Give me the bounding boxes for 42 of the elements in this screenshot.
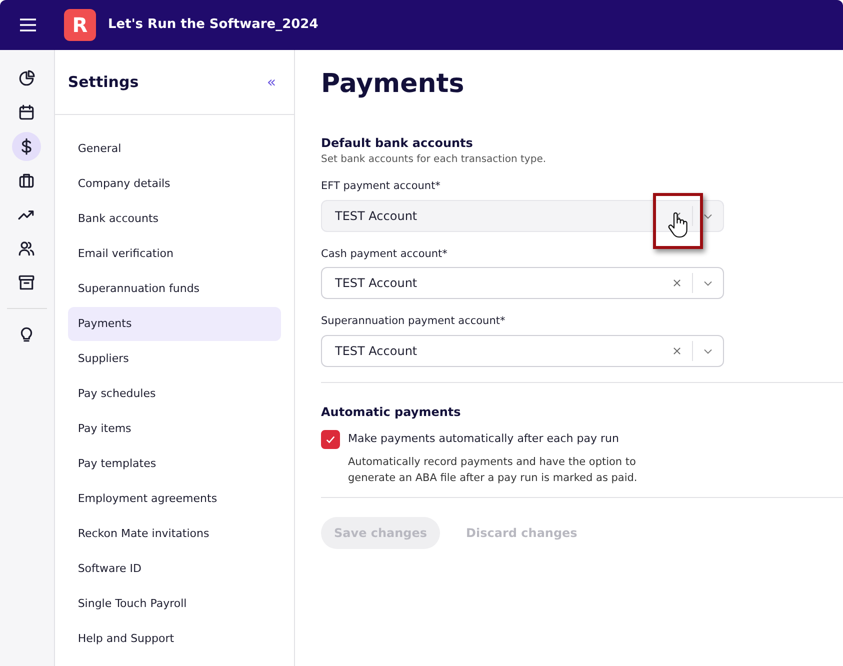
app-logo: R [64, 9, 96, 41]
users-icon [18, 240, 36, 257]
account-select[interactable]: TEST Account [321, 267, 724, 300]
checkbox-help-text: Automatically record payments and have the option to generate an ABA file after a pay run is marked as paid. [348, 454, 638, 486]
field-label: Superannuation payment account* [321, 314, 506, 330]
account-select[interactable]: TEST Account [321, 335, 724, 368]
section-title: Default bank accounts [321, 134, 474, 152]
page-title: Payments [321, 68, 466, 101]
field-label: EFT payment account* [321, 178, 442, 194]
section-subtitle: Set bank accounts for each transaction type. [321, 152, 548, 167]
settings-nav-item[interactable]: Suppliers [68, 342, 281, 376]
nav-rail-button[interactable] [12, 132, 42, 161]
settings-nav-item[interactable]: Single Touch Payroll [68, 587, 281, 621]
menu-icon [18, 18, 36, 32]
settings-nav-item[interactable]: Company details [68, 167, 281, 201]
section-title: Automatic payments [321, 404, 462, 422]
settings-nav-item[interactable]: Superannuation funds [68, 272, 281, 306]
settings-title: Settings [68, 72, 139, 93]
checkbox-label: Make payments automatically after each pay run [348, 431, 620, 448]
select-value-field[interactable]: TEST Account [322, 206, 662, 225]
settings-nav-item[interactable]: Help and Support [68, 622, 281, 656]
checkbox[interactable] [321, 430, 340, 450]
settings-nav-item[interactable]: Reckon Mate invitations [68, 517, 281, 551]
app-title: Let's Run the Software_2024 [108, 16, 318, 34]
select-value-field[interactable]: TEST Account [322, 274, 662, 292]
settings-nav-item[interactable]: Employment agreements [68, 482, 281, 516]
settings-nav-item[interactable]: General [68, 132, 281, 166]
pie-chart-icon [18, 70, 36, 87]
settings-nav-item[interactable]: Pay schedules [68, 377, 281, 411]
collapse-button[interactable]: « [264, 70, 278, 94]
briefcase-icon [18, 172, 36, 189]
account-select[interactable]: TEST Account [321, 200, 724, 232]
archive-icon [18, 274, 36, 291]
select-value-field[interactable]: TEST Account [322, 342, 662, 360]
settings-nav-item[interactable]: Email verification [68, 237, 281, 271]
calendar-icon [18, 104, 36, 121]
settings-nav-item[interactable]: Bank accounts [68, 202, 281, 236]
field-label: Cash payment account* [321, 246, 448, 262]
settings-nav-item[interactable]: Pay items [68, 412, 281, 446]
settings-nav-item[interactable]: Pay templates [68, 447, 281, 481]
settings-nav-item[interactable]: Payments [68, 307, 281, 341]
settings-nav-item[interactable]: Software ID [68, 552, 281, 586]
